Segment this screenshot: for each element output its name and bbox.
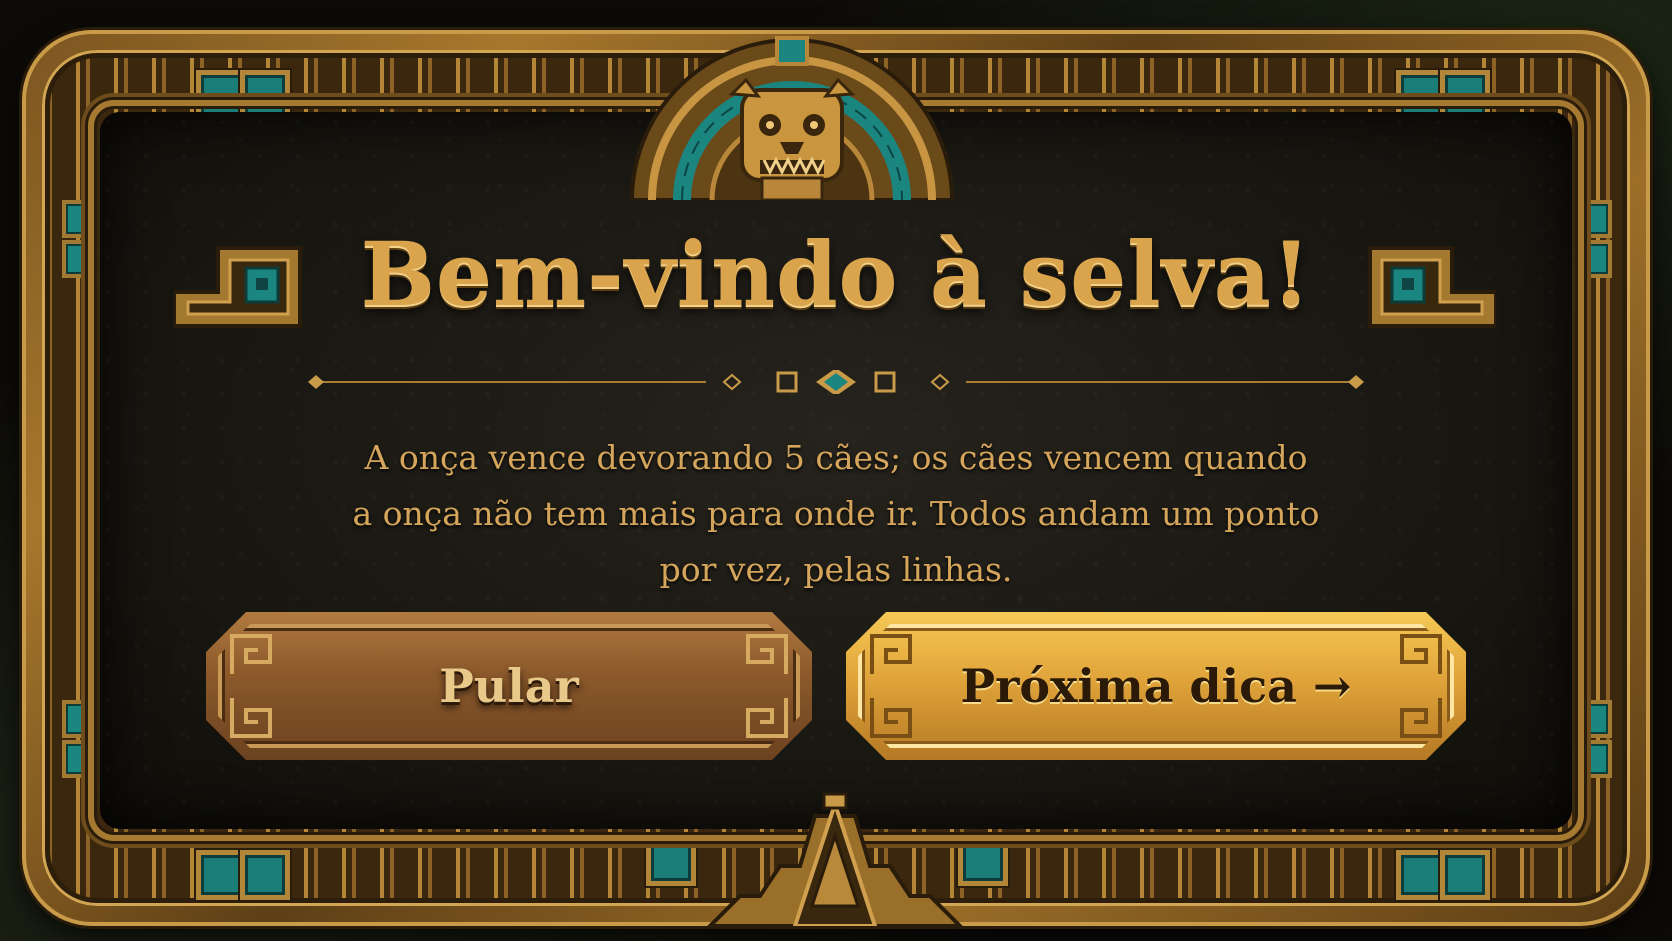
key-pattern-icon [868,632,914,678]
stepped-pyramid-icon [707,792,963,926]
key-pattern-icon [1398,632,1444,678]
key-pattern-icon [868,694,914,740]
skip-button[interactable]: Pular [206,612,812,760]
key-pattern-icon [228,632,274,678]
skip-button-label: Pular [439,659,579,713]
body-line-2: a onça não tem mais para onde ir. Todos … [352,494,1320,533]
frame-tile-bottom-left [196,850,246,900]
next-tip-button[interactable]: Próxima dica → [846,612,1466,760]
frame-tile-bottom-right [1396,850,1446,900]
frame-tile-bottom-center-left [646,836,696,886]
body-line-3: por vez, pelas linhas. [659,550,1013,589]
jaguar-mask-icon [629,36,955,200]
frame-tile-bottom-right-2 [1440,850,1490,900]
dialog-title: Bem-vindo à selva! [360,222,1312,326]
body-line-1: A onça vence devorando 5 cães; os cães v… [364,438,1308,477]
key-pattern-icon [744,632,790,678]
next-tip-button-label: Próxima dica → [960,659,1352,713]
key-pattern-icon [228,694,274,740]
dialog-body: A onça vence devorando 5 cães; os cães v… [300,430,1372,598]
key-pattern-icon [1398,694,1444,740]
ornamental-divider [308,370,1364,394]
key-pattern-icon [744,694,790,740]
frame-tile-bottom-left-2 [240,850,290,900]
game-screen: Bem-vindo à selva! A onça vence devorand… [0,0,1672,941]
